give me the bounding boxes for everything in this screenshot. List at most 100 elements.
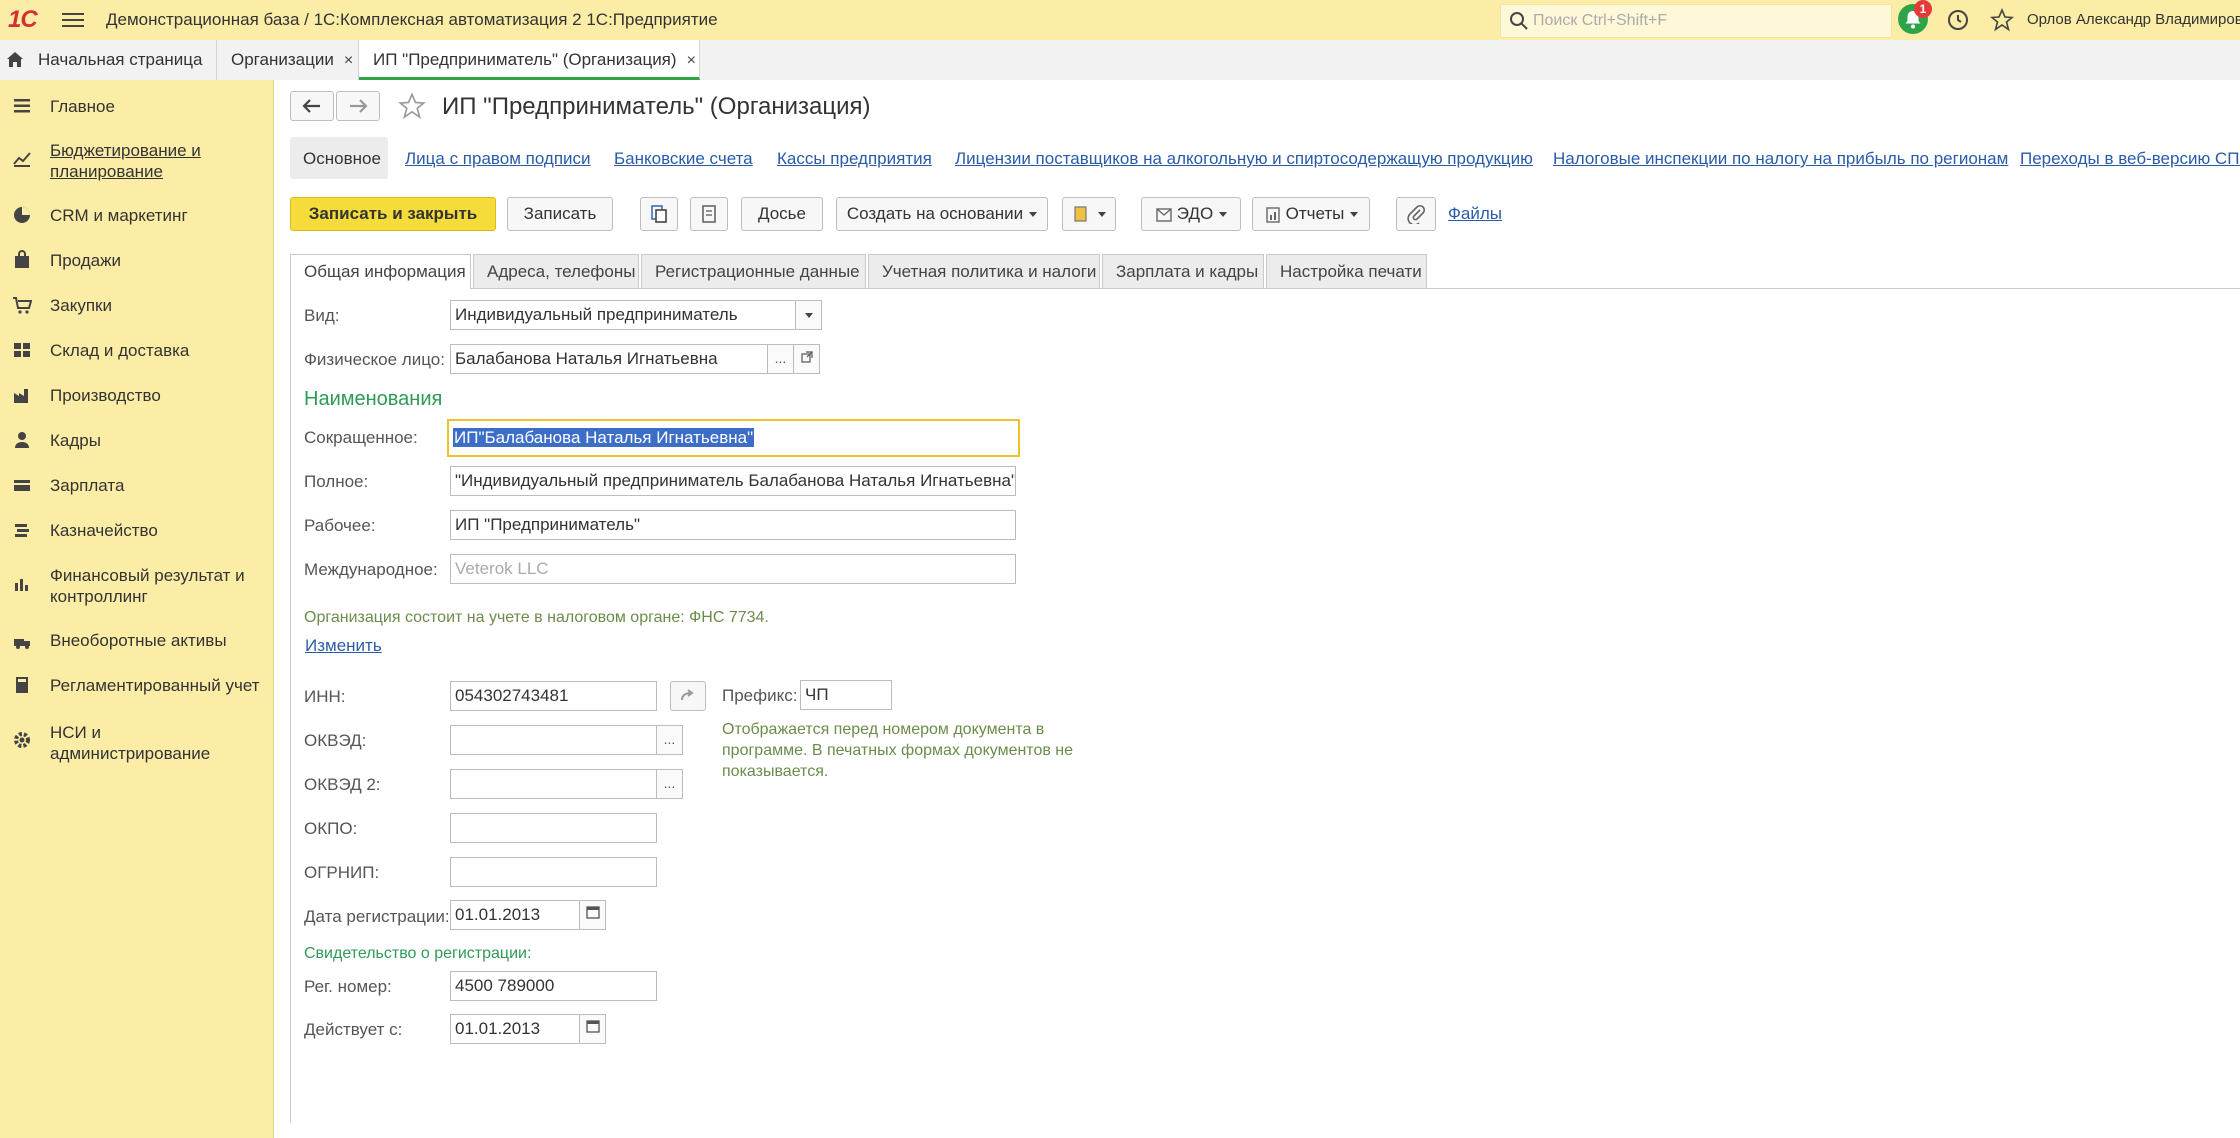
back-button[interactable]: [290, 91, 334, 121]
nav-link-alcohol-licenses[interactable]: Лицензии поставщиков на алкогольную и сп…: [955, 149, 1533, 169]
print-button[interactable]: [1062, 197, 1116, 231]
sidebar-item-regulated[interactable]: Регламентированный учет: [0, 673, 273, 699]
reg-number-label: Рег. номер:: [304, 977, 392, 996]
select-individual-button[interactable]: ...: [768, 344, 794, 374]
change-tax-link[interactable]: Изменить: [305, 636, 382, 656]
current-user[interactable]: Орлов Александр Владимирович: [2027, 11, 2240, 28]
open-individual-button[interactable]: [794, 344, 820, 374]
okved-input[interactable]: [450, 725, 657, 755]
sidebar-item-label: Кадры: [50, 431, 101, 450]
nav-link-cash-desks[interactable]: Кассы предприятия: [777, 149, 932, 169]
valid-from-label: Действует с:: [304, 1020, 403, 1039]
sidebar-item-finance[interactable]: Финансовый результат и контроллинг: [0, 563, 273, 607]
ogrnip-input[interactable]: [450, 857, 657, 887]
sidebar-item-main[interactable]: Главное: [0, 94, 273, 120]
okved2-input[interactable]: [450, 769, 657, 799]
sidebar-item-budgeting[interactable]: Бюджетирование и планирование: [0, 138, 273, 182]
favorites-star-icon[interactable]: [1990, 8, 2014, 32]
save-button[interactable]: Записать: [507, 197, 613, 231]
tab-organization-card[interactable]: ИП "Предприниматель" (Организация) ×: [359, 40, 700, 80]
edo-icon: [1156, 207, 1172, 222]
close-icon[interactable]: ×: [344, 52, 353, 69]
app-logo: 1С: [8, 6, 38, 33]
dossier-button[interactable]: Досье: [741, 197, 823, 231]
tab-panel-border: [290, 288, 291, 1123]
names-section-title: Наименования: [304, 388, 443, 410]
budget-icon: [13, 152, 31, 167]
fill-arrow-icon: [681, 689, 694, 701]
tab-accounting-policy[interactable]: Учетная политика и налоги: [868, 254, 1100, 288]
nav-link-web-version[interactable]: Переходы в веб-версию СП...: [2020, 149, 2240, 169]
sidebar-item-label: Финансовый результат и контроллинг: [50, 566, 245, 606]
working-name-input[interactable]: ИП "Предприниматель": [450, 510, 1016, 540]
select-okved2-button[interactable]: ...: [657, 769, 683, 799]
sidebar-item-warehouse[interactable]: Склад и доставка: [0, 338, 273, 364]
okpo-input[interactable]: [450, 813, 657, 843]
international-name-input[interactable]: Veterok LLC: [450, 554, 1016, 584]
form-title: ИП "Предприниматель" (Организация): [442, 93, 871, 120]
chevron-down-icon: [1098, 212, 1106, 217]
tab-organizations[interactable]: Организации ×: [217, 40, 359, 80]
tab-general-info[interactable]: Общая информация: [290, 254, 471, 289]
search-input[interactable]: [1531, 9, 1875, 33]
tab-print-settings[interactable]: Настройка печати: [1266, 254, 1427, 288]
reports-label: Отчеты: [1285, 204, 1345, 223]
top-bar: 1С Демонстрационная база / 1С:Комплексна…: [0, 0, 2240, 41]
history-icon[interactable]: [1946, 8, 1970, 32]
prefix-input[interactable]: ЧП: [800, 680, 892, 710]
structure-button[interactable]: [640, 197, 678, 231]
forward-button[interactable]: [336, 91, 380, 121]
factory-icon: [14, 389, 28, 403]
select-okved-button[interactable]: ...: [657, 725, 683, 755]
edo-label: ЭДО: [1176, 204, 1214, 223]
sidebar-item-label: Казначейство: [50, 521, 158, 540]
short-name-input[interactable]: ИП"Балабанова Наталья Игнатьевна": [447, 419, 1020, 457]
close-icon[interactable]: ×: [687, 52, 696, 69]
sidebar-item-purchases[interactable]: Закупки: [0, 293, 273, 319]
paperclip-icon: [1407, 204, 1426, 226]
attach-button[interactable]: [1396, 197, 1436, 231]
global-search[interactable]: [1500, 4, 1892, 38]
nav-link-bank-accounts[interactable]: Банковские счета: [614, 149, 753, 169]
nav-link-tax-inspections[interactable]: Налоговые инспекции по налогу на прибыль…: [1553, 149, 2008, 169]
main-menu-icon[interactable]: [62, 9, 84, 29]
edo-button[interactable]: ЭДО: [1141, 197, 1241, 231]
bar-chart-icon: [15, 579, 28, 591]
save-and-close-button[interactable]: Записать и закрыть: [290, 197, 496, 231]
reports-button[interactable]: Отчеты: [1252, 197, 1370, 231]
create-based-on-button[interactable]: Создать на основании: [836, 197, 1048, 231]
ogrnip-label: ОГРНИП:: [304, 863, 380, 882]
favorite-star-icon[interactable]: [398, 92, 426, 120]
sidebar-item-assets[interactable]: Внеоборотные активы: [0, 628, 273, 654]
registration-date-calendar-button[interactable]: [580, 900, 606, 930]
kind-dropdown-button[interactable]: [796, 300, 822, 330]
sidebar-item-production[interactable]: Производство: [0, 383, 273, 409]
full-name-input[interactable]: "Индивидуальный предприниматель Балабано…: [450, 466, 1016, 496]
valid-from-calendar-button[interactable]: [580, 1014, 606, 1044]
fill-by-inn-button[interactable]: [670, 681, 706, 711]
list-button[interactable]: [690, 197, 728, 231]
search-icon: [1510, 12, 1528, 30]
tab-home[interactable]: Начальная страница: [0, 40, 217, 80]
sidebar-item-crm[interactable]: CRM и маркетинг: [0, 203, 273, 229]
app-title: Демонстрационная база / 1С:Комплексная а…: [106, 10, 718, 29]
nav-link-main[interactable]: Основное: [303, 149, 381, 169]
sidebar-item-treasury[interactable]: Казначейство: [0, 518, 273, 544]
tab-addresses-phones[interactable]: Адреса, телефоны: [473, 254, 639, 288]
sidebar-item-salary[interactable]: Зарплата: [0, 473, 273, 499]
reg-number-input[interactable]: 4500 789000: [450, 971, 657, 1001]
inn-input[interactable]: 054302743481: [450, 681, 657, 711]
registration-date-input[interactable]: 01.01.2013: [450, 900, 580, 930]
individual-field[interactable]: Балабанова Наталья Игнатьевна: [450, 344, 768, 374]
international-name-label: Международное:: [304, 560, 438, 579]
kind-select[interactable]: Индивидуальный предприниматель: [450, 300, 796, 330]
sidebar-item-label: Внеоборотные активы: [50, 631, 227, 650]
nav-link-signers[interactable]: Лица с правом подписи: [405, 149, 591, 169]
valid-from-input[interactable]: 01.01.2013: [450, 1014, 580, 1044]
sidebar-item-admin[interactable]: НСИ и администрирование: [0, 720, 273, 764]
sidebar-item-sales[interactable]: Продажи: [0, 248, 273, 274]
tab-salary-hr[interactable]: Зарплата и кадры: [1102, 254, 1264, 288]
sidebar-item-hr[interactable]: Кадры: [0, 428, 273, 454]
files-link[interactable]: Файлы: [1448, 204, 1502, 224]
tab-registration-data[interactable]: Регистрационные данные: [641, 254, 866, 288]
